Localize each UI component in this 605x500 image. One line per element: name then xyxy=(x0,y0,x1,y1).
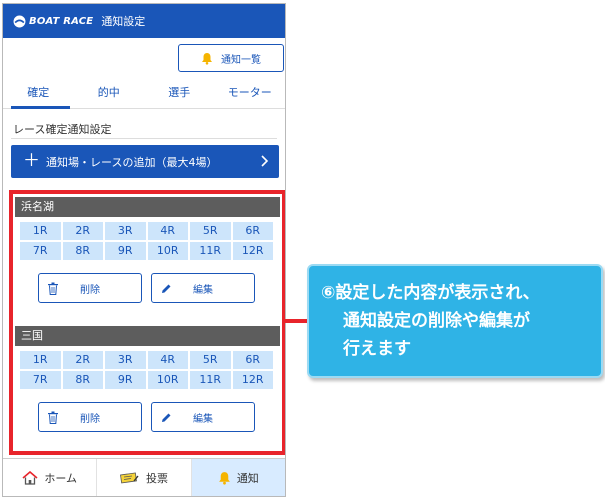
venue-card-mikuni: 三国 1R 2R 3R 4R 5R 6R 7R 8R 9R 10R 11R 12… xyxy=(15,326,280,432)
race-cell[interactable]: 12R xyxy=(232,242,273,260)
section-divider xyxy=(11,138,277,139)
race-cell[interactable]: 6R xyxy=(232,222,273,240)
race-cell[interactable]: 4R xyxy=(147,222,188,240)
venue-actions: 削除 編集 xyxy=(15,260,280,303)
venue-card-hamanako: 浜名湖 1R 2R 3R 4R 5R 6R 7R 8R 9R 10R 11R 1… xyxy=(15,197,280,303)
race-cell[interactable]: 1R xyxy=(20,222,61,240)
edit-button[interactable]: 編集 xyxy=(151,273,255,303)
delete-button[interactable]: 削除 xyxy=(38,402,142,432)
venue-name: 三国 xyxy=(15,326,280,346)
nav-notification-label: 通知 xyxy=(236,471,259,485)
race-cell[interactable]: 1R xyxy=(20,351,61,369)
add-venue-race-button[interactable]: ＋ 通知場・レースの追加（最大4場） xyxy=(11,145,279,178)
pencil-icon xyxy=(162,284,171,293)
add-venue-race-label: 通知場・レースの追加（最大4場） xyxy=(46,155,218,169)
tab-racer[interactable]: 選手 xyxy=(144,82,215,108)
race-cell[interactable]: 11R xyxy=(190,371,231,389)
venue-actions: 削除 編集 xyxy=(15,389,280,432)
delete-label: 削除 xyxy=(80,284,100,296)
tab-win[interactable]: 的中 xyxy=(74,82,145,108)
edit-label: 編集 xyxy=(193,284,213,296)
tab-motor[interactable]: モーター xyxy=(215,82,286,108)
pencil-icon xyxy=(162,413,171,422)
race-cell[interactable]: 7R xyxy=(20,242,61,260)
race-grid: 1R 2R 3R 4R 5R 6R 7R 8R 9R 10R 11R 12R xyxy=(15,217,280,260)
nav-home-label: ホーム xyxy=(44,471,77,485)
callout-line: 通知設定の削除や編集が xyxy=(343,311,530,331)
boatrace-logo[interactable]: BOAT RACE xyxy=(13,15,93,28)
race-cell[interactable]: 8R xyxy=(62,242,103,260)
notification-tabs: 確定 的中 選手 モーター xyxy=(3,82,285,109)
trash-icon xyxy=(48,282,58,295)
phone-screen: BOAT RACE 通知設定 通知一覧 確定 的中 選手 モーター レース確定通… xyxy=(2,3,286,497)
delete-button[interactable]: 削除 xyxy=(38,273,142,303)
nav-vote[interactable]: 投票 xyxy=(97,459,192,496)
tab-confirmed[interactable]: 確定 xyxy=(3,82,74,109)
delete-label: 削除 xyxy=(80,413,100,425)
race-cell[interactable]: 9R xyxy=(105,242,146,260)
race-cell[interactable]: 3R xyxy=(105,351,146,369)
app-header: BOAT RACE 通知設定 xyxy=(3,4,285,38)
boatrace-logo-icon xyxy=(13,15,26,27)
race-cell[interactable]: 5R xyxy=(190,222,231,240)
race-cell[interactable]: 10R xyxy=(147,371,188,389)
race-cell[interactable]: 6R xyxy=(232,351,273,369)
callout-line: 行えます xyxy=(343,339,411,359)
home-icon xyxy=(22,470,38,485)
notification-list-label: 通知一覧 xyxy=(221,54,261,66)
nav-home[interactable]: ホーム xyxy=(3,459,98,496)
venue-name: 浜名湖 xyxy=(15,197,280,217)
race-cell[interactable]: 11R xyxy=(190,242,231,260)
chevron-right-icon xyxy=(261,155,269,167)
edit-button[interactable]: 編集 xyxy=(151,402,255,432)
race-cell[interactable]: 4R xyxy=(147,351,188,369)
ticket-icon xyxy=(120,471,139,483)
race-grid: 1R 2R 3R 4R 5R 6R 7R 8R 9R 10R 11R 12R xyxy=(15,346,280,389)
trash-icon xyxy=(48,411,58,424)
bell-icon xyxy=(202,52,212,65)
plus-icon: ＋ xyxy=(23,151,40,171)
race-cell[interactable]: 7R xyxy=(20,371,61,389)
race-cell[interactable]: 12R xyxy=(232,371,273,389)
notification-list-button[interactable]: 通知一覧 xyxy=(178,44,284,72)
logo-text: BOAT RACE xyxy=(29,15,94,27)
bell-icon xyxy=(218,471,230,485)
callout-line: ⑥設定した内容が表示され、 xyxy=(321,283,540,303)
race-cell[interactable]: 2R xyxy=(62,222,103,240)
race-cell[interactable]: 5R xyxy=(190,351,231,369)
race-cell[interactable]: 2R xyxy=(62,351,103,369)
annotation-callout: ⑥設定した内容が表示され、 通知設定の削除や編集が 行えます xyxy=(307,264,603,378)
page-title: 通知設定 xyxy=(101,15,146,28)
race-cell[interactable]: 9R xyxy=(105,371,146,389)
section-title: レース確定通知設定 xyxy=(13,123,112,136)
nav-vote-label: 投票 xyxy=(145,471,168,485)
bottom-nav: ホーム 投票 通知 xyxy=(3,458,285,496)
race-cell[interactable]: 3R xyxy=(105,222,146,240)
edit-label: 編集 xyxy=(193,413,213,425)
race-cell[interactable]: 10R xyxy=(147,242,188,260)
nav-notification[interactable]: 通知 xyxy=(191,459,285,496)
callout-connector xyxy=(283,319,307,323)
race-cell[interactable]: 8R xyxy=(62,371,103,389)
